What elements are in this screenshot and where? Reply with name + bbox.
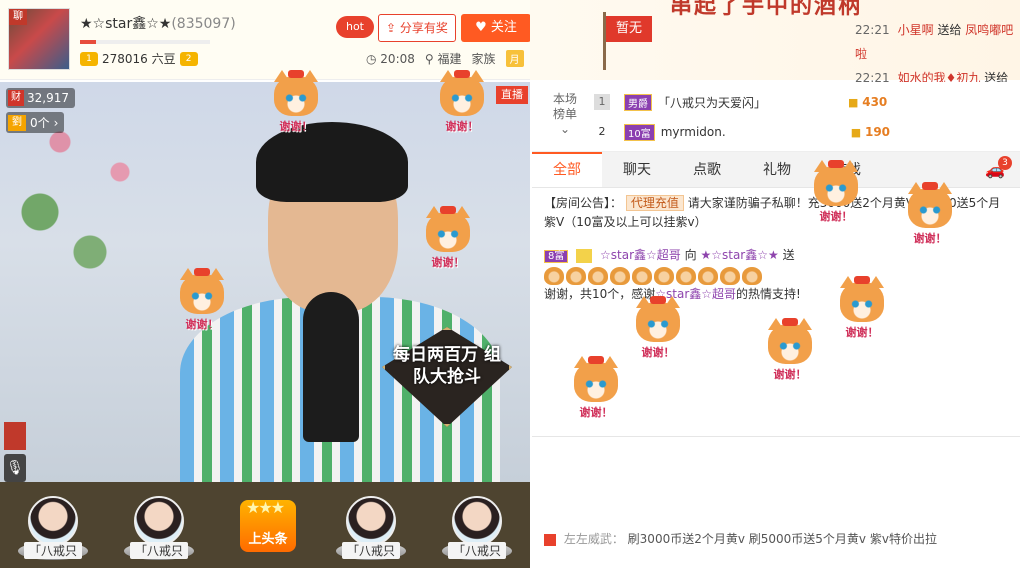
streamer-hair (256, 122, 408, 202)
live-badge: 直播 (496, 86, 528, 104)
hot-badge[interactable]: hot (336, 16, 374, 38)
tab-all[interactable]: 全部 (532, 152, 602, 187)
anchor-name-text: ★☆star鑫☆★ (80, 16, 172, 32)
guard-count: 0个 (30, 116, 50, 130)
rank-coins: 430 (848, 95, 887, 109)
promo-text: 每日两百万 组队大抢斗 (393, 345, 501, 387)
menu-icon[interactable] (4, 422, 26, 450)
chevron-down-icon: ⌄ (559, 122, 571, 136)
car-icon[interactable]: 🚗 3 (970, 152, 1020, 187)
thanks-user[interactable]: ☆star鑫☆超哥 (655, 287, 736, 301)
banner-text: 串起了手中的酒柄 (670, 0, 863, 19)
gift-icons (544, 266, 764, 285)
headline-button[interactable]: 上头条 ★★★ (226, 486, 304, 564)
location-icon: ⚲ (424, 52, 438, 66)
fan-avatar (346, 496, 396, 546)
level-progress-bar (80, 40, 210, 44)
month-badge: 月 (505, 50, 524, 67)
fan-label: 「八戒只 (24, 542, 82, 559)
chat-area[interactable]: 【房间公告】： 代理充值 请大家谨防骗子私聊！充3000送2个月黄V，5000送… (532, 188, 1020, 528)
guard-badge[interactable]: 劉 0个 › (6, 112, 65, 133)
tab-chat[interactable]: 聊天 (602, 152, 672, 187)
anchor-stats: 1 278016 六豆 2 (80, 50, 198, 67)
level2-crown-icon: 2 (179, 51, 198, 66)
beans-count: 278016 六豆 (102, 52, 176, 66)
rank-name: 「八戒只为天爱闪」 (658, 95, 767, 110)
fan-seat[interactable]: 「八戒只 (438, 486, 516, 564)
follow-label: 关注 (490, 20, 517, 35)
fan-avatar (28, 496, 78, 546)
room-notice: 【房间公告】： 代理充值 请大家谨防骗子私聊！充3000送2个月黄V，5000送… (544, 195, 1001, 229)
fan-label: 「八戒只 (130, 542, 188, 559)
fan-avatar (134, 496, 184, 546)
rank-row[interactable]: 1 男爵 「八戒只为天爱闪」 430 (594, 88, 1014, 116)
heart-icon: ♥ (475, 20, 491, 35)
rank-coins: 190 (851, 125, 890, 139)
mic-icon[interactable]: 🎙 (4, 454, 26, 482)
wealth-badge[interactable]: 财 32,917 (6, 88, 75, 108)
live-time: 20:08 (380, 51, 415, 66)
rank-level-badge: 男爵 (624, 93, 652, 111)
car-count: 3 (998, 156, 1012, 170)
megaphone-icon (544, 533, 556, 546)
level-crown-icon: 1 (80, 51, 98, 66)
room-meta: ◷ 20:08 ⚲ 福建 家族 月 (366, 50, 524, 67)
fans-row: 「八戒只 「八戒只 上头条 ★★★ 「八戒只 「八戒只 (0, 482, 530, 568)
anchor-avatar[interactable]: 聊 (8, 8, 70, 70)
share-icon: ⇪ (386, 21, 400, 35)
microphone (303, 292, 359, 442)
gift-feed-item: 22:21 小星啊 送给 凤鸣嘟吧啦 (855, 23, 1014, 61)
tab-gift[interactable]: 礼物 (742, 152, 812, 187)
chat-divider[interactable] (532, 436, 1020, 437)
gift-receiver[interactable]: ★☆star鑫☆★ (700, 248, 778, 262)
fan-avatar (452, 496, 502, 546)
wealth-icon: 财 (8, 90, 24, 106)
guard-icon: 劉 (8, 114, 26, 131)
bottom-notice: 左左威武： 刷3000币送2个月黄v 刷5000币送5个月黄v 紫v特价出拉 (544, 530, 937, 547)
agent-recharge-tag[interactable]: 代理充值 (625, 195, 684, 211)
clock-icon: ◷ (366, 51, 381, 66)
stars-icon: ★★★ (246, 498, 285, 517)
room-id: (835097) (171, 16, 236, 32)
notice-text: 刷3000币送2个月黄v 刷5000币送5个月黄v 紫v特价出拉 (627, 532, 937, 546)
chat-tag: 聊 (9, 9, 27, 25)
rank-row[interactable]: 2 10富 myrmidon. 190 (594, 118, 1014, 146)
user-level-badge: 8富 (544, 250, 569, 263)
fan-seat[interactable]: 「八戒只 (332, 486, 410, 564)
vip-icon (576, 248, 593, 263)
fan-seat[interactable]: 「八戒只 (120, 486, 198, 564)
follow-button[interactable]: ♥ 关注 (461, 14, 531, 42)
gift-message: 8富 ☆star鑫☆超哥 向 ★☆star鑫☆★ 送 谢谢，共10个，感谢☆st… (544, 248, 801, 301)
location-text: 福建 (437, 52, 462, 66)
flag-label: 暂无 (606, 16, 652, 42)
anchor-name: ★☆star鑫☆★(835097) (80, 13, 236, 33)
fan-label: 「八戒只 (448, 542, 506, 559)
chevron-right-icon: › (53, 115, 59, 130)
notice-user[interactable]: 左左威武： (564, 532, 624, 546)
wealth-value: 32,917 (27, 91, 69, 105)
tab-game[interactable]: 游戏 (812, 152, 882, 187)
rank-panel: 本场榜单⌄ 1 男爵 「八戒只为天爱闪」 430 2 10富 myrmidon.… (532, 82, 1020, 152)
fan-label: 「八戒只 (342, 542, 400, 559)
tab-song[interactable]: 点歌 (672, 152, 742, 187)
family-label[interactable]: 家族 (472, 50, 496, 67)
side-tools: 🎙 (4, 422, 26, 482)
rank-number: 1 (594, 94, 610, 110)
chat-tabs: 全部 聊天 点歌 礼物 游戏 🚗 3 (532, 152, 1020, 188)
live-video[interactable]: 财 32,917 劉 0个 › 直播 每日两百万 组队大抢斗 🎙 (0, 82, 530, 482)
fan-seat[interactable]: 「八戒只 (14, 486, 92, 564)
rank-number: 2 (598, 125, 606, 138)
rank-level-badge: 10富 (624, 123, 655, 141)
share-button[interactable]: ⇪ 分享有奖 (378, 14, 456, 42)
gift-sender[interactable]: ☆star鑫☆超哥 (600, 248, 681, 262)
rank-title[interactable]: 本场榜单 ⌄ (550, 92, 580, 137)
rank-name: myrmidon. (660, 125, 726, 139)
share-label: 分享有奖 (399, 21, 448, 35)
